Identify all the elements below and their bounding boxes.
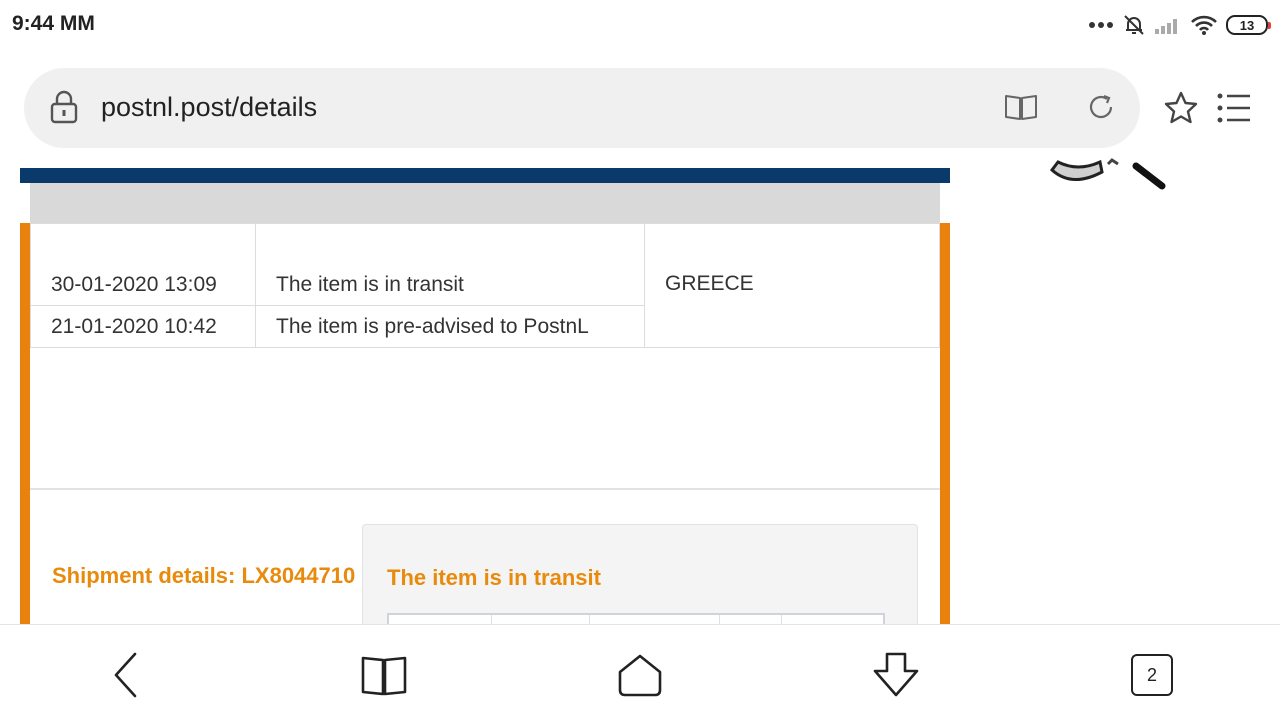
web-content: 30-01-2020 13:09 The item is in transit … xyxy=(0,150,1280,624)
status-popup: The item is in transit xyxy=(362,524,918,624)
tab-count: 2 xyxy=(1146,664,1157,685)
popup-title: The item is in transit xyxy=(387,565,601,590)
mute-notifications-icon xyxy=(1124,15,1144,35)
status-icons: 13 xyxy=(1088,10,1271,40)
home-icon xyxy=(618,654,662,697)
tracking-events-table: 30-01-2020 13:09 The item is in transit … xyxy=(30,223,940,348)
battery-icon: 13 xyxy=(1226,15,1271,35)
reload-icon[interactable] xyxy=(1086,92,1116,122)
section-divider xyxy=(30,488,940,490)
orange-border-left xyxy=(20,223,30,624)
event-datetime: 30-01-2020 13:09 xyxy=(30,223,256,306)
wifi-icon xyxy=(1191,15,1217,35)
event-location: GREECE xyxy=(644,223,940,348)
header-blue-bar xyxy=(20,168,950,183)
table-row: 30-01-2020 13:09 The item is in transit … xyxy=(30,223,940,348)
orange-border-right xyxy=(940,223,950,624)
signal-icon xyxy=(1155,19,1177,34)
download-button[interactable] xyxy=(866,647,926,703)
home-button[interactable] xyxy=(610,647,670,703)
shipment-details-title: Shipment details: LX8044710 xyxy=(52,563,356,588)
back-button[interactable] xyxy=(96,647,156,703)
download-icon xyxy=(873,652,919,697)
star-icon[interactable] xyxy=(1162,90,1200,126)
popup-inner-panel xyxy=(387,613,885,624)
event-description: The item is pre-advised to PostnL xyxy=(255,305,645,348)
tabs-icon: 2 xyxy=(1131,654,1173,696)
status-time: 9:44 MM xyxy=(12,12,95,35)
bottom-navigation-bar: 2 xyxy=(0,624,1280,720)
battery-level: 13 xyxy=(1239,17,1255,33)
status-bar: 9:44 MM 13 xyxy=(0,0,1280,50)
event-datetime: 21-01-2020 10:42 xyxy=(30,305,256,348)
lock-icon xyxy=(50,90,78,124)
bookmarks-icon xyxy=(361,656,407,696)
more-dots-icon xyxy=(1089,22,1113,28)
event-description: The item is in transit xyxy=(255,223,645,306)
reader-mode-icon[interactable] xyxy=(1004,92,1038,122)
address-bar[interactable]: postnl.post/details xyxy=(24,68,1140,148)
menu-icon[interactable] xyxy=(1216,92,1252,124)
table-header-bar xyxy=(30,183,940,223)
tabs-button[interactable]: 2 xyxy=(1122,647,1182,703)
back-icon xyxy=(114,652,137,698)
url-text[interactable]: postnl.post/details xyxy=(101,92,317,123)
bookmarks-button[interactable] xyxy=(354,647,414,703)
magnifier-mascot-image xyxy=(1050,158,1166,190)
